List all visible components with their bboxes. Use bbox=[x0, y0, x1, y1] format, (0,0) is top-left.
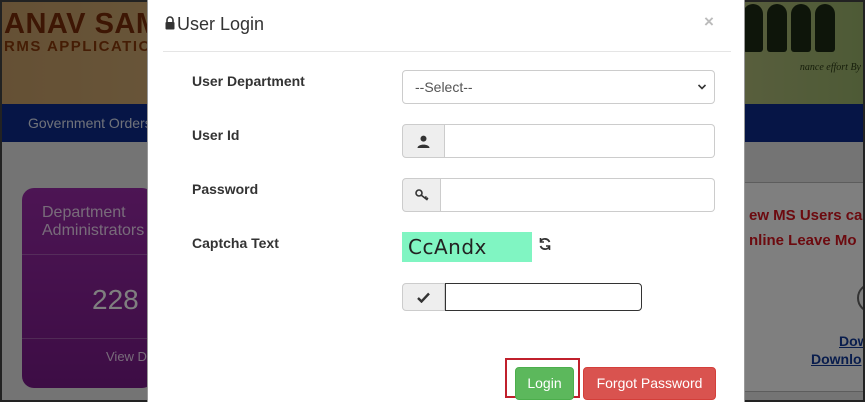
modal-header: User Login × bbox=[163, 0, 731, 52]
password-input[interactable] bbox=[441, 178, 715, 212]
userid-group bbox=[402, 124, 715, 158]
user-icon bbox=[417, 135, 430, 148]
captcha-addon bbox=[402, 283, 445, 311]
modal-title: User Login bbox=[165, 14, 264, 35]
password-group bbox=[402, 178, 715, 212]
userid-input[interactable] bbox=[445, 124, 715, 158]
captcha-image-text: CcAndx bbox=[402, 232, 532, 262]
department-selected-value: --Select-- bbox=[415, 79, 473, 95]
password-addon bbox=[402, 178, 441, 212]
lock-icon bbox=[165, 16, 175, 30]
password-label: Password bbox=[192, 181, 259, 197]
department-select[interactable]: --Select-- bbox=[402, 70, 715, 104]
check-icon bbox=[417, 292, 430, 303]
login-button[interactable]: Login bbox=[515, 367, 574, 400]
forgot-password-button[interactable]: Forgot Password bbox=[583, 367, 716, 400]
userid-label: User Id bbox=[192, 127, 240, 143]
userid-addon bbox=[402, 124, 445, 158]
key-icon bbox=[414, 189, 429, 201]
captcha-label: Captcha Text bbox=[192, 235, 279, 251]
refresh-icon[interactable] bbox=[538, 237, 552, 251]
close-button[interactable]: × bbox=[699, 12, 719, 32]
chevron-down-icon bbox=[698, 84, 706, 90]
captcha-input[interactable] bbox=[445, 283, 642, 311]
department-label: User Department bbox=[192, 73, 305, 89]
captcha-input-group bbox=[402, 283, 642, 317]
login-modal: User Login × User Department --Select-- … bbox=[147, 0, 745, 402]
